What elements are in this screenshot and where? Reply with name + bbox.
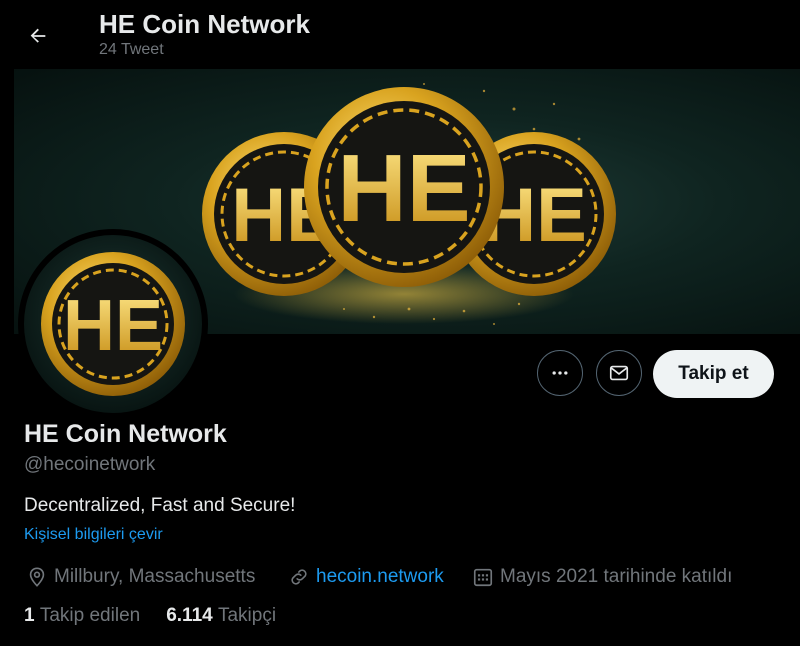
more-icon [552, 371, 568, 375]
followers-count: 6.114 [166, 605, 218, 626]
avatar-image: HE [24, 235, 202, 413]
following-stat[interactable]: 1 Takip edilen [24, 605, 140, 627]
top-bar: HE Coin Network 24 Tweet [0, 0, 800, 68]
back-button[interactable] [18, 16, 58, 56]
joined-text: Mayıs 2021 tarihinde katıldı [500, 566, 733, 587]
following-count: 1 [24, 605, 40, 626]
profile-bio: Decentralized, Fast and Secure! [24, 495, 296, 516]
header-title: HE Coin Network [99, 9, 310, 39]
location-icon [29, 567, 45, 587]
profile-website[interactable]: hecoin.network [288, 564, 444, 590]
profile-name: HE Coin Network [24, 420, 227, 448]
followers-label: Takipçi [217, 605, 277, 626]
avatar[interactable]: HE [20, 231, 206, 417]
following-label: Takip edilen [39, 605, 141, 626]
calendar-icon [473, 568, 493, 587]
profile-joined: Mayıs 2021 tarihinde katıldı [472, 564, 732, 590]
mail-icon [609, 365, 629, 381]
link-icon [291, 569, 307, 585]
profile-handle: @hecoinetwork [24, 454, 156, 475]
message-button[interactable] [596, 350, 642, 396]
more-button[interactable] [537, 350, 583, 396]
svg-text:HE: HE [337, 135, 470, 242]
tweet-count: 24 Tweet [99, 41, 164, 58]
location-text: Millbury, Massachusetts [54, 566, 256, 587]
profile-location: Millbury, Massachusetts [26, 564, 255, 590]
back-arrow-icon [30, 28, 46, 43]
svg-text:HE: HE [63, 286, 163, 366]
follow-stats: 1 Takip edilen 6.114 Takipçi [24, 605, 302, 627]
followers-stat[interactable]: 6.114 Takipçi [166, 605, 276, 627]
translate-bio-link[interactable]: Kişisel bilgileri çevir [24, 526, 163, 544]
follow-button[interactable]: Takip et [653, 350, 774, 398]
website-link[interactable]: hecoin.network [316, 566, 444, 588]
